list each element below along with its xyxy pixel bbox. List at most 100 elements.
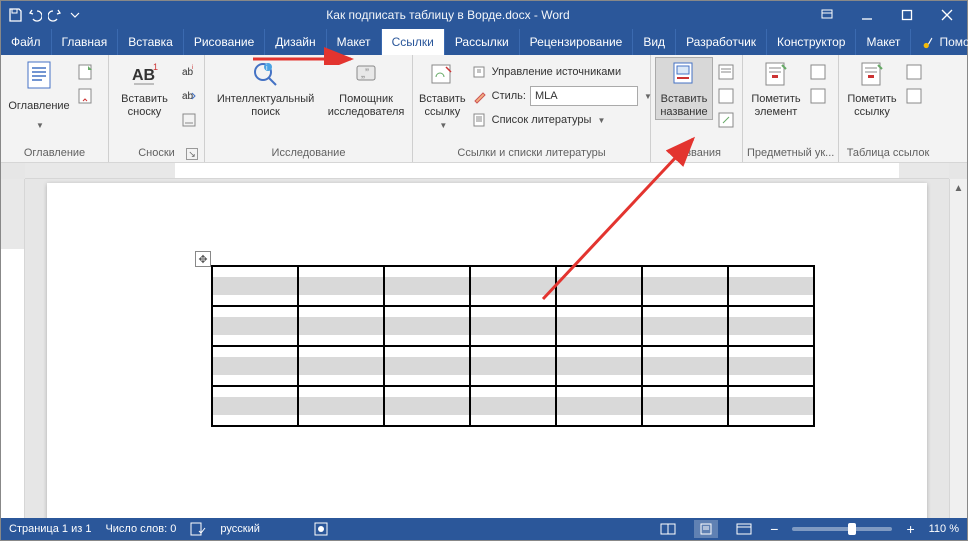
- cross-reference-button[interactable]: [715, 109, 737, 131]
- table-row[interactable]: [212, 346, 814, 386]
- bibliography-button[interactable]: Список литературы ▼: [470, 109, 654, 131]
- tab-layout[interactable]: Макет: [327, 29, 382, 55]
- manage-sources-button[interactable]: Управление источниками: [470, 61, 654, 83]
- group-research-label: Исследование: [209, 144, 408, 162]
- group-captions-label: Названия: [655, 144, 738, 162]
- style-label: Стиль:: [492, 90, 526, 102]
- status-bar: Страница 1 из 1 Число слов: 0 русский − …: [1, 518, 967, 540]
- status-word-count[interactable]: Число слов: 0: [105, 523, 176, 535]
- group-toa: Пометить ссылку Таблица ссылок: [839, 55, 937, 162]
- group-research: i Интеллектуальный поиск „” Помощник исс…: [205, 55, 413, 162]
- citation-style[interactable]: Стиль: MLA ▼: [470, 85, 654, 107]
- footnote-icon: AB1: [129, 59, 161, 91]
- update-figure-table-button[interactable]: [715, 85, 737, 107]
- svg-text:ab: ab: [182, 91, 194, 102]
- insert-caption-label: Вставить название: [657, 93, 711, 119]
- mark-citation-button[interactable]: Пометить ссылку: [843, 57, 901, 119]
- tab-references[interactable]: Ссылки: [382, 29, 445, 55]
- tab-table-layout[interactable]: Макет: [856, 29, 911, 55]
- group-toa-label: Таблица ссылок: [843, 144, 933, 162]
- mark-entry-button[interactable]: Пометить элемент: [747, 57, 805, 119]
- insert-caption-icon: [668, 59, 700, 91]
- update-toa-button[interactable]: [903, 85, 925, 107]
- insert-index-button[interactable]: [807, 61, 829, 83]
- insert-toa-button[interactable]: [903, 61, 925, 83]
- insert-citation-button[interactable]: Вставить ссылку ▼: [417, 57, 468, 130]
- tab-home[interactable]: Главная: [52, 29, 119, 55]
- qat-customize-icon[interactable]: [67, 7, 83, 23]
- insert-endnote-button[interactable]: abi: [178, 61, 200, 83]
- group-toc: Оглавление ▼ Оглавление: [1, 55, 109, 162]
- insert-footnote-label: Вставить сноску: [115, 93, 174, 119]
- zoom-slider[interactable]: [792, 527, 892, 531]
- group-footnotes-label: Сноски: [138, 147, 175, 159]
- next-footnote-button[interactable]: ab: [178, 85, 200, 107]
- chevron-down-icon: ▼: [439, 121, 447, 130]
- zoom-level[interactable]: 110 %: [929, 523, 959, 535]
- close-button[interactable]: [927, 1, 967, 29]
- vertical-scrollbar[interactable]: ▲: [949, 179, 967, 518]
- tab-draw[interactable]: Рисование: [184, 29, 265, 55]
- window-title: Как подписать таблицу в Ворде.docx - Wor…: [89, 8, 807, 22]
- footnotes-dialog-launcher[interactable]: ↘: [186, 148, 198, 160]
- update-toc-button[interactable]: [75, 85, 97, 107]
- view-web-layout[interactable]: [732, 520, 756, 538]
- vertical-ruler[interactable]: [1, 179, 25, 518]
- chevron-down-icon: ▼: [36, 121, 44, 130]
- redo-icon[interactable]: [47, 7, 63, 23]
- smart-lookup-button[interactable]: i Интеллектуальный поиск: [209, 57, 322, 119]
- group-citations-label: Ссылки и списки литературы: [417, 144, 646, 162]
- toc-icon: [23, 59, 55, 91]
- ribbon-tabs: Файл Главная Вставка Рисование Дизайн Ма…: [1, 29, 967, 55]
- view-read-mode[interactable]: [656, 520, 680, 538]
- ribbon-options-icon[interactable]: [807, 1, 847, 29]
- horizontal-ruler[interactable]: [25, 163, 949, 179]
- zoom-in-button[interactable]: +: [906, 521, 914, 537]
- show-notes-button[interactable]: [178, 109, 200, 131]
- mark-citation-icon: [856, 59, 888, 91]
- researcher-icon: „”: [350, 59, 382, 91]
- view-print-layout[interactable]: [694, 520, 718, 538]
- save-icon[interactable]: [7, 7, 23, 23]
- document-page[interactable]: ✥: [47, 183, 927, 518]
- style-dropdown[interactable]: MLA: [530, 86, 638, 106]
- tab-mailings[interactable]: Рассылки: [445, 29, 520, 55]
- add-text-button[interactable]: [75, 61, 97, 83]
- tell-me[interactable]: Помощн: [921, 35, 968, 49]
- toc-label: Оглавление: [8, 93, 69, 119]
- tab-view[interactable]: Вид: [633, 29, 676, 55]
- minimize-button[interactable]: [847, 1, 887, 29]
- document-table[interactable]: [211, 265, 815, 427]
- insert-citation-icon: [426, 59, 458, 91]
- researcher-label: Помощник исследователя: [326, 93, 406, 119]
- manage-sources-label: Управление источниками: [492, 66, 621, 78]
- bibliography-icon: [472, 112, 488, 128]
- table-row[interactable]: [212, 386, 814, 426]
- spellcheck-icon[interactable]: [190, 522, 206, 536]
- table-row[interactable]: [212, 266, 814, 306]
- zoom-out-button[interactable]: −: [770, 521, 778, 537]
- tab-design[interactable]: Дизайн: [265, 29, 326, 55]
- tab-developer[interactable]: Разработчик: [676, 29, 767, 55]
- status-page[interactable]: Страница 1 из 1: [9, 523, 91, 535]
- group-citations: Вставить ссылку ▼ Управление источниками…: [413, 55, 651, 162]
- undo-icon[interactable]: [27, 7, 43, 23]
- tab-file[interactable]: Файл: [1, 29, 52, 55]
- toc-button[interactable]: Оглавление ▼: [5, 57, 73, 130]
- window-controls: [807, 1, 967, 29]
- tab-table-design[interactable]: Конструктор: [767, 29, 856, 55]
- update-index-button[interactable]: [807, 85, 829, 107]
- maximize-button[interactable]: [887, 1, 927, 29]
- tab-review[interactable]: Рецензирование: [520, 29, 634, 55]
- status-language[interactable]: русский: [220, 523, 259, 535]
- insert-figure-table-button[interactable]: [715, 61, 737, 83]
- table-row[interactable]: [212, 306, 814, 346]
- macro-record-icon[interactable]: [314, 522, 328, 536]
- insert-caption-button[interactable]: Вставить название: [655, 57, 713, 120]
- scroll-up-icon[interactable]: ▲: [950, 179, 967, 197]
- tab-insert[interactable]: Вставка: [118, 29, 184, 55]
- manage-sources-icon: [472, 64, 488, 80]
- insert-footnote-button[interactable]: AB1 Вставить сноску: [113, 57, 176, 119]
- researcher-button[interactable]: „” Помощник исследователя: [324, 57, 408, 119]
- table-move-handle[interactable]: ✥: [195, 251, 211, 267]
